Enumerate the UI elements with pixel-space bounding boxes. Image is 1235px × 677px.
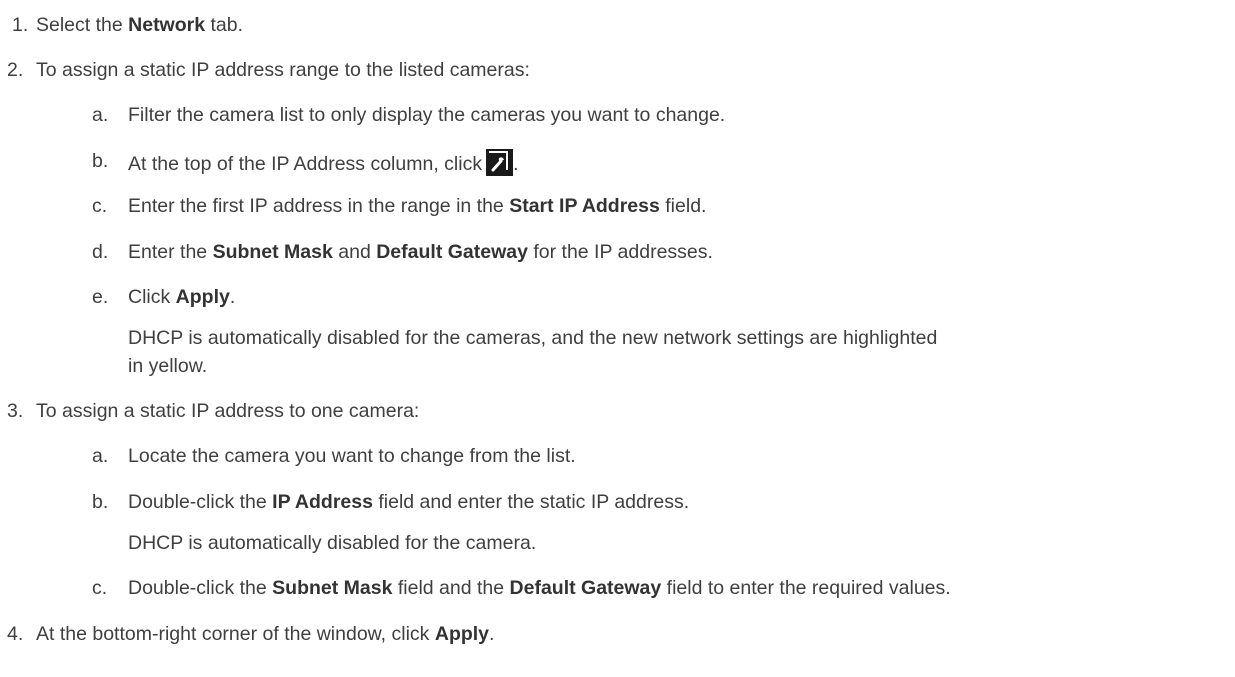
substep-text: Enter the Subnet Mask and Default Gatewa…	[128, 241, 713, 263]
step-text: Select the Network tab.	[36, 14, 244, 36]
step-number: 3.	[7, 400, 24, 422]
substep-text: Double-click the IP Address field and en…	[128, 491, 690, 513]
step-text: To assign a static IP address range to t…	[36, 59, 530, 81]
substep-text: Enter the first IP address in the range …	[128, 195, 707, 217]
step-text: At the bottom-right corner of the window…	[36, 623, 495, 645]
substep-note: in yellow.	[128, 355, 208, 377]
substep-text: Locate the camera you want to change fro…	[128, 445, 576, 467]
step-number: 2.	[7, 59, 24, 81]
step-number: 4.	[7, 623, 24, 645]
substep-letter: c.	[92, 195, 108, 217]
substep-text: At the top of the IP Address column, cli…	[128, 149, 519, 176]
step-number: 1.	[12, 14, 29, 36]
substep-letter: b.	[92, 491, 109, 513]
substep-letter: e.	[92, 286, 109, 308]
substep-letter: a.	[92, 445, 109, 467]
substep-note: DHCP is automatically disabled for the c…	[128, 327, 938, 349]
substep-text: Filter the camera list to only display t…	[128, 104, 726, 126]
substep-letter: c.	[92, 577, 108, 599]
substep-letter: d.	[92, 241, 109, 263]
substep-letter: b.	[92, 150, 109, 172]
substep-note: DHCP is automatically disabled for the c…	[128, 532, 537, 554]
substep-text: Double-click the Subnet Mask field and t…	[128, 577, 951, 599]
substep-text: Click Apply.	[128, 286, 236, 308]
step-text: To assign a static IP address to one cam…	[36, 400, 420, 422]
substep-letter: a.	[92, 104, 109, 126]
wrench-icon	[486, 149, 514, 176]
